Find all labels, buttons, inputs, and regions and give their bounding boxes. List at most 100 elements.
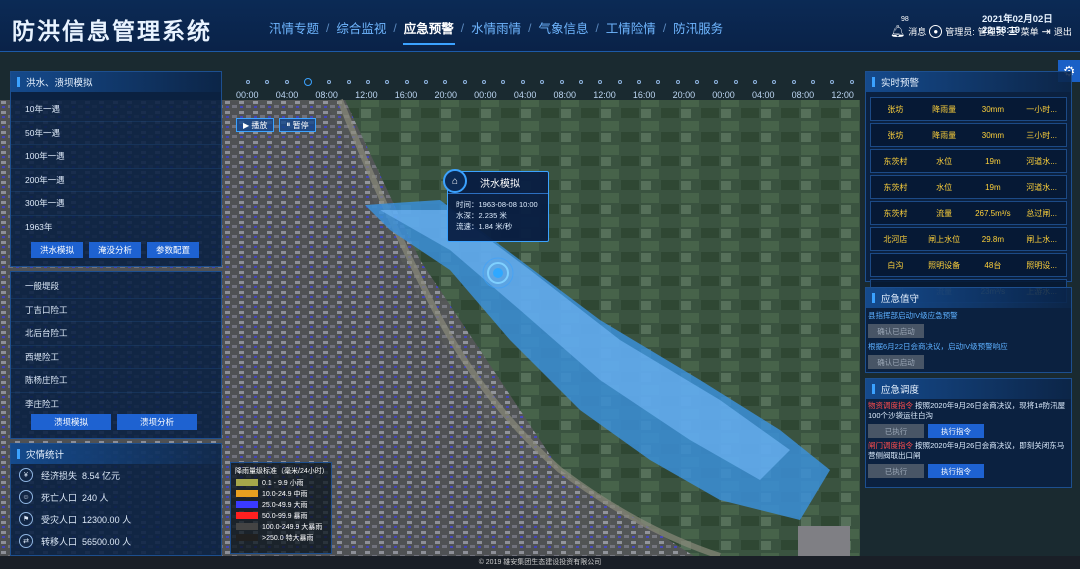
alert-row[interactable]: 东茨村 水位 19m 河道水...	[870, 175, 1067, 199]
flood-sim-button[interactable]: 洪水模拟	[31, 242, 83, 258]
timeline-tick[interactable]	[656, 80, 661, 84]
timeline-tick[interactable]	[559, 80, 564, 84]
timeline-tick[interactable]	[598, 80, 603, 84]
popup-time: 时间：1963-08-08 10:00	[456, 200, 538, 209]
legend-swatch	[236, 501, 258, 508]
logout-label[interactable]: 退出	[1054, 25, 1072, 38]
timeline-tick[interactable]	[752, 80, 757, 84]
timeline-tick[interactable]	[304, 78, 313, 86]
inundation-analysis-button[interactable]: 淹没分析	[89, 242, 141, 258]
alert-row[interactable]: 北河店 闸上水位 29.8m 闸上水...	[870, 227, 1067, 251]
header-accent	[872, 384, 875, 394]
timeline-tick[interactable]	[443, 80, 448, 84]
execute-button-2[interactable]: 执行指令	[928, 464, 984, 478]
timeline-tick[interactable]	[385, 80, 390, 84]
pause-button[interactable]: ⏸︎ 暂停	[279, 118, 316, 132]
alert-row[interactable]: 东茨村 水位 19m 河道水...	[870, 149, 1067, 173]
timeline-tick[interactable]	[265, 80, 270, 84]
nav-flood-topic[interactable]: 汛情专题	[262, 18, 326, 37]
alert-row[interactable]: 张坊 降雨量 30mm 三小时...	[870, 123, 1067, 147]
timeline-tick[interactable]	[246, 80, 250, 84]
alert-cell: 19m	[985, 156, 1001, 166]
alert-cell: 照明设备	[928, 260, 961, 270]
timeline-label: 12:00	[593, 90, 616, 100]
execute-button-1[interactable]: 执行指令	[928, 424, 984, 438]
alert-cell: 30mm	[981, 104, 1004, 114]
timeline-tick[interactable]	[617, 80, 622, 84]
timeline-tick[interactable]	[404, 80, 409, 84]
timeline-tick[interactable]	[424, 80, 429, 84]
timeline-tick[interactable]	[772, 80, 777, 84]
nav-service[interactable]: 防汛服务	[666, 18, 730, 37]
timeline-tick[interactable]	[346, 80, 351, 84]
timeline[interactable]: 00:00 04:00 08:00 12:00 16:00 20:00 00:00 04:00…	[236, 76, 854, 106]
frequency-item[interactable]: 50年一遇	[11, 122, 221, 145]
timeline-tick[interactable]	[284, 80, 289, 84]
confirm-started-button-2[interactable]: 确认已启动	[868, 355, 924, 369]
nav-weather[interactable]: 气象信息	[531, 18, 595, 37]
nav-water-rain[interactable]: 水情雨情	[464, 18, 528, 37]
frequency-item[interactable]: 200年一遇	[11, 169, 221, 192]
dam-segment-item[interactable]: 李庄险工	[11, 393, 221, 409]
timeline-tick[interactable]	[849, 80, 854, 84]
timeline-tick[interactable]	[675, 80, 680, 84]
timeline-tick[interactable]	[327, 80, 332, 84]
timeline-tick[interactable]	[501, 80, 506, 84]
dam-segment-item[interactable]: 陈杨庄险工	[11, 369, 221, 393]
timeline-tick[interactable]	[636, 80, 641, 84]
alert-row[interactable]: 东茨村 流量 267.5m³/s 总过闸...	[870, 201, 1067, 225]
flood-info-popup[interactable]: ⌂ 洪水模拟 时间：1963-08-08 10:00 水深：2.235 米 流速…	[443, 169, 549, 242]
timeline-tick[interactable]	[830, 80, 835, 84]
frequency-item[interactable]: 10年一遇	[11, 98, 221, 122]
dispatch-link-2[interactable]: 闸门调度指令	[868, 441, 913, 450]
timeline-tick[interactable]	[482, 80, 487, 84]
timeline-tick[interactable]	[694, 80, 699, 84]
header-accent	[872, 293, 875, 303]
timeline-tick[interactable]	[810, 80, 815, 84]
executed-button-2[interactable]: 已执行	[868, 464, 924, 478]
dam-segment-item[interactable]: 丁吉口险工	[11, 299, 221, 322]
frequency-item[interactable]: 1963年	[11, 216, 221, 239]
bell-icon[interactable]: 🔔︎	[890, 24, 905, 38]
alert-row[interactable]: 白沟 照明设备 48台 照明设...	[870, 253, 1067, 277]
stat-affected: ⚑ 受灾人口 12300.00 人	[11, 508, 221, 530]
alert-cell: 三小时...	[1026, 130, 1057, 140]
dam-segment-item[interactable]: 北后台险工	[11, 322, 221, 346]
nav-engineering[interactable]: 工情险情	[599, 18, 663, 37]
dam-break-panel: 一般堤段 丁吉口险工 北后台险工 西堤险工 陈杨庄险工 李庄险工 溃坝模拟 溃坝分析	[10, 271, 222, 439]
timeline-tick[interactable]	[578, 80, 583, 84]
stat-label: 死亡人口	[41, 492, 78, 503]
dispatch-link-1[interactable]: 物资调度指令	[868, 401, 913, 410]
nav-emergency[interactable]: 应急预警	[397, 18, 461, 45]
flood-sim-header: 洪水、溃坝模拟	[11, 72, 221, 92]
admin-name[interactable]: 管理员	[978, 25, 1005, 38]
message-label[interactable]: 消息	[908, 25, 926, 38]
timeline-tick[interactable]	[791, 80, 796, 84]
param-config-button[interactable]: 参数配置	[147, 242, 199, 258]
timeline-label: 20:00	[434, 90, 457, 100]
executed-button-1[interactable]: 已执行	[868, 424, 924, 438]
timeline-tick[interactable]	[540, 80, 545, 84]
frequency-item[interactable]: 100年一遇	[11, 145, 221, 169]
main-nav: 汛情专题 / 综合监视 / 应急预警 / 水情雨情 / 气象信息 / 工情险情 / 防汛服务	[262, 18, 730, 45]
play-button[interactable]: ▶︎ 播放	[236, 118, 275, 132]
timeline-tick[interactable]	[714, 80, 719, 84]
timeline-tick[interactable]	[366, 80, 371, 84]
dam-segment-item[interactable]: 一般堤段	[11, 275, 221, 299]
user-icon[interactable]: ●	[929, 24, 943, 38]
timeline-tick[interactable]	[520, 80, 525, 84]
timeline-tick[interactable]	[733, 80, 738, 84]
alert-row[interactable]: 张坊 降雨量 30mm 一小时...	[870, 97, 1067, 121]
dam-break-sim-button[interactable]: 溃坝模拟	[31, 414, 111, 430]
dam-segment-item[interactable]: 西堤险工	[11, 346, 221, 369]
menu-icon[interactable]: ☰	[1008, 25, 1018, 38]
dam-break-analysis-button[interactable]: 溃坝分析	[117, 414, 197, 430]
emergency-duty-panel: 应急值守 县指挥部启动IV级应急预警 确认已启动 根据6月22日会商决议，启动I…	[865, 287, 1072, 373]
popup-speed: 流速：1.84 米/秒	[456, 222, 513, 231]
timeline-tick[interactable]	[462, 80, 467, 84]
nav-monitor[interactable]: 综合监视	[329, 18, 393, 37]
menu-label[interactable]: 菜单	[1021, 25, 1039, 38]
confirm-started-button-1[interactable]: 确认已启动	[868, 324, 924, 338]
logout-icon[interactable]: ⇥	[1042, 25, 1051, 38]
frequency-item[interactable]: 300年一遇	[11, 192, 221, 216]
